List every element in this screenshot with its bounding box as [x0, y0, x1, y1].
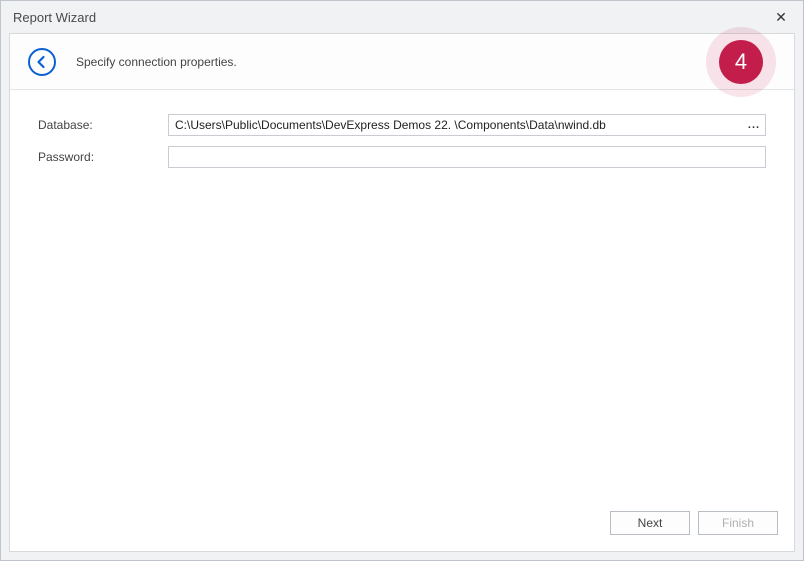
database-label: Database:: [38, 118, 168, 132]
wizard-subtitle: Specify connection properties.: [76, 55, 237, 69]
report-wizard-window: Report Wizard ✕ Specify connection prope…: [0, 0, 804, 561]
step-badge: 4: [719, 40, 763, 84]
wizard-body: Specify connection properties. 4 Databas…: [9, 33, 795, 552]
password-row: Password:: [38, 146, 766, 168]
next-button[interactable]: Next: [610, 511, 690, 535]
back-button[interactable]: [28, 48, 56, 76]
button-bar: Next Finish: [10, 505, 794, 551]
database-input[interactable]: [168, 114, 766, 136]
password-label: Password:: [38, 150, 168, 164]
arrow-left-icon: [35, 55, 49, 69]
password-field-wrap: [168, 146, 766, 168]
finish-button: Finish: [698, 511, 778, 535]
password-input[interactable]: [168, 146, 766, 168]
step-badge-halo: 4: [706, 27, 776, 97]
window-title: Report Wizard: [13, 10, 769, 25]
close-icon[interactable]: ✕: [769, 5, 793, 29]
database-row: Database: ...: [38, 114, 766, 136]
titlebar: Report Wizard ✕: [1, 1, 803, 33]
database-field-wrap: ...: [168, 114, 766, 136]
wizard-header: Specify connection properties. 4: [10, 34, 794, 90]
browse-button[interactable]: ...: [743, 115, 765, 135]
form-area: Database: ... Password:: [10, 90, 794, 188]
